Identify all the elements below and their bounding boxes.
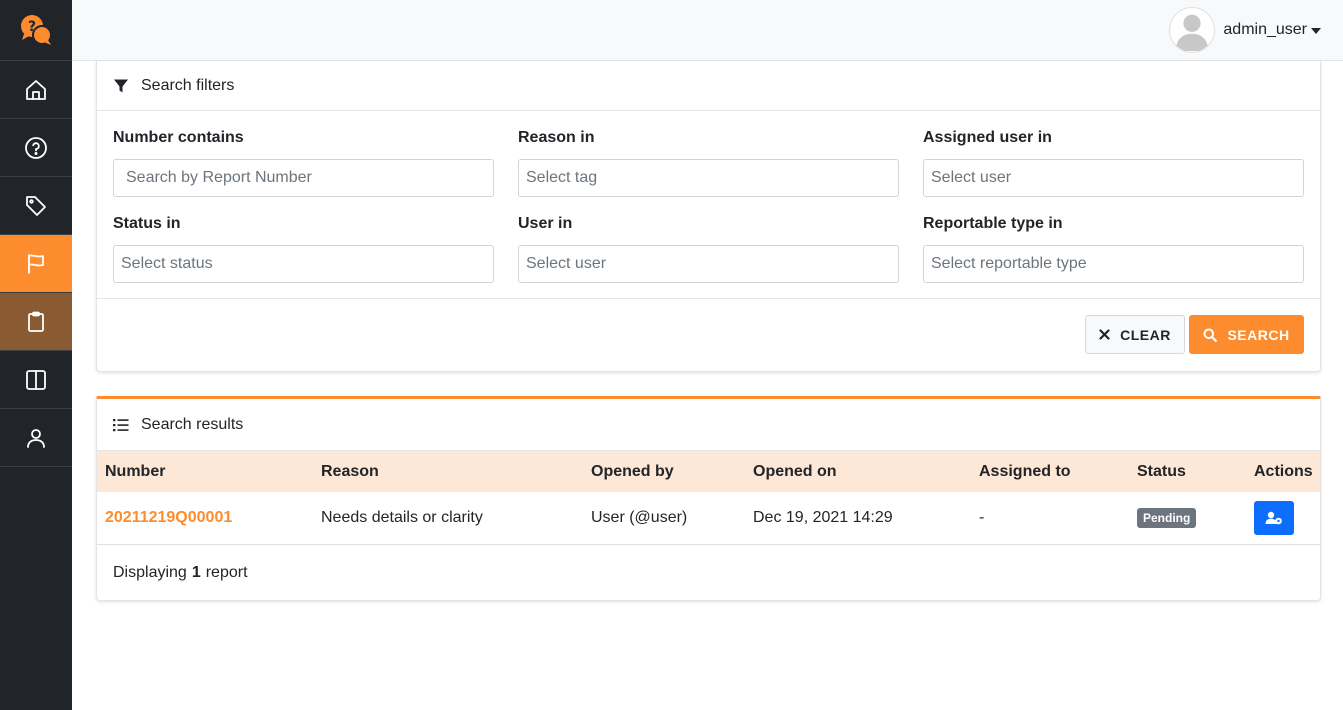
sidebar: ? [0, 0, 72, 710]
column-header-assigned-to[interactable]: Assigned to [979, 451, 1071, 492]
search-filters-card: Search filters Number contains Search by… [96, 61, 1321, 372]
tag-icon [26, 195, 46, 216]
search-button[interactable]: SEARCH [1189, 315, 1304, 354]
status-badge: Pending [1137, 508, 1197, 528]
column-header-opened-by[interactable]: Opened by [591, 451, 674, 492]
search-results-header: Search results [97, 399, 1320, 451]
sidebar-item-review[interactable] [0, 293, 72, 351]
sidebar-item-questions[interactable] [0, 119, 72, 177]
list-icon [113, 418, 129, 431]
topbar: admin_user [72, 0, 1343, 61]
status-filter: Status in Select status [113, 215, 494, 283]
default-avatar-icon [1176, 14, 1209, 51]
assigned-user-filter: Assigned user in Select user [923, 129, 1304, 197]
report-number-input[interactable]: Search by Report Number [113, 159, 494, 197]
user-filter-label: User in [518, 215, 573, 232]
filter-icon [114, 79, 128, 92]
sidebar-item-users[interactable] [0, 409, 72, 467]
reason-filter: Reason in Select tag [518, 129, 899, 197]
reason-filter-label: Reason in [518, 129, 595, 146]
app-logo[interactable]: ? [0, 0, 72, 61]
user-menu-dropdown[interactable]: admin_user [1169, 7, 1321, 53]
results-count-suffix: report [205, 564, 248, 581]
search-button-label: SEARCH [1227, 326, 1290, 343]
reason-select[interactable]: Select tag [518, 159, 899, 197]
column-header-actions: Actions [1254, 462, 1313, 480]
search-icon [1203, 328, 1218, 342]
report-opened-by: User (@user) [591, 509, 688, 526]
home-icon [26, 79, 46, 100]
clear-button-label: CLEAR [1120, 326, 1171, 343]
column-header-reason[interactable]: Reason [321, 451, 379, 492]
results-count-number: 1 [191, 564, 201, 581]
user-filter: User in Select user [518, 215, 899, 283]
report-opened-on: Dec 19, 2021 14:29 [753, 509, 893, 526]
assigned-user-filter-label: Assigned user in [923, 129, 1052, 146]
search-filters-header: Search filters [97, 61, 1320, 111]
clear-button[interactable]: CLEAR [1085, 315, 1185, 354]
report-reason: Needs details or clarity [321, 509, 483, 526]
table-row: 20211219Q00001 Needs details or clarity … [97, 492, 1320, 545]
columns-icon [26, 369, 46, 390]
question-icon [25, 136, 47, 159]
avatar [1169, 7, 1216, 53]
status-select[interactable]: Select status [113, 245, 494, 283]
report-assigned-to: - [979, 509, 985, 526]
close-icon [1099, 329, 1110, 340]
column-header-number[interactable]: Number [105, 451, 165, 492]
column-header-status[interactable]: Status [1137, 451, 1186, 492]
search-filters-title: Search filters [141, 76, 235, 94]
assign-user-button[interactable] [1254, 501, 1294, 535]
status-filter-label: Status in [113, 215, 181, 232]
column-header-opened-on[interactable]: Opened on [753, 451, 837, 492]
filters-footer: CLEAR SEARCH [97, 298, 1320, 372]
assigned-user-select[interactable]: Select user [923, 159, 1304, 197]
chat-question-logo-icon: ? [21, 15, 52, 45]
search-results-card: Search results Number Reason Opened by O… [96, 396, 1321, 601]
number-filter: Number contains Search by Report Number [113, 129, 494, 197]
clipboard-icon [28, 311, 44, 332]
reportable-type-filter: Reportable type in Select reportable typ… [923, 215, 1304, 283]
username: admin_user [1223, 21, 1307, 38]
chevron-down-icon [1311, 28, 1321, 34]
number-filter-label: Number contains [113, 129, 244, 146]
search-results-title: Search results [141, 415, 244, 433]
user-select[interactable]: Select user [518, 245, 899, 283]
svg-text:?: ? [28, 19, 36, 35]
sidebar-item-layout[interactable] [0, 351, 72, 409]
report-number-link[interactable]: 20211219Q00001 [105, 509, 232, 527]
sidebar-item-tags[interactable] [0, 177, 72, 235]
results-count: Displaying 1 report [113, 545, 248, 601]
reportable-type-filter-label: Reportable type in [923, 215, 1063, 232]
sidebar-item-home[interactable] [0, 61, 72, 119]
person-icon [27, 428, 45, 448]
results-count-prefix: Displaying [113, 564, 187, 581]
table-header: Number Reason Opened by Opened on Assign… [97, 451, 1320, 492]
reportable-type-select[interactable]: Select reportable type [923, 245, 1304, 283]
sidebar-item-reports[interactable] [0, 235, 72, 293]
flag-icon [28, 253, 44, 274]
user-assign-icon [1265, 511, 1282, 525]
